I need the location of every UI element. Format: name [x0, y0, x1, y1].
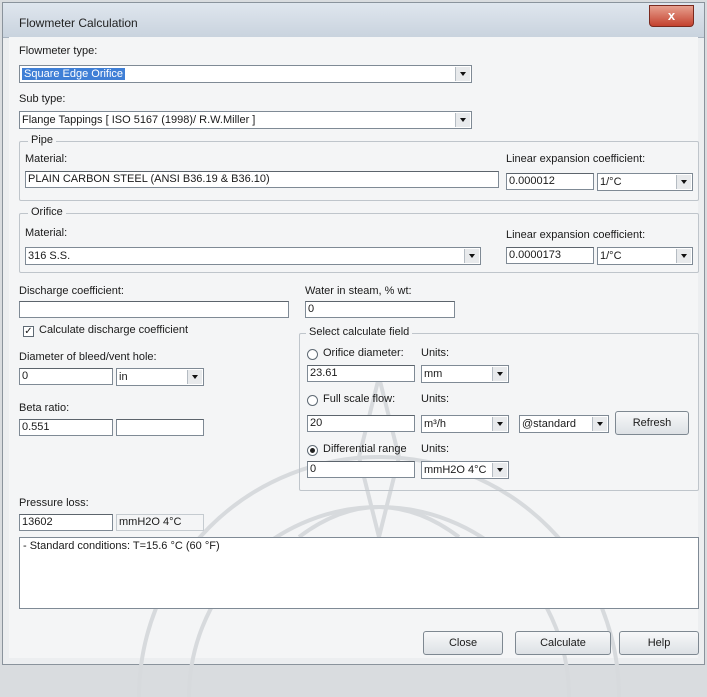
orifice-lin-exp-unit-value: 1/°C: [600, 250, 622, 262]
checkmark-icon: ✓: [24, 326, 33, 337]
pipe-group-title: Pipe: [28, 134, 57, 146]
chevron-down-icon[interactable]: [492, 367, 507, 381]
close-window-button[interactable]: x: [649, 5, 694, 27]
orifice-diameter-radio[interactable]: [307, 349, 318, 360]
orifice-lin-exp-label: Linear expansion coefficient:: [506, 229, 646, 241]
orifice-diameter-label: Orifice diameter:: [323, 347, 404, 359]
pipe-lin-exp-unit-dropdown[interactable]: 1/°C: [597, 173, 693, 191]
chevron-down-icon[interactable]: [492, 417, 507, 431]
help-button[interactable]: Help: [619, 631, 699, 655]
bleed-hole-unit-dropdown[interactable]: in: [116, 368, 204, 386]
orifice-diameter-unit-dropdown[interactable]: mm: [421, 365, 509, 383]
chevron-down-icon[interactable]: [492, 463, 507, 477]
select-calculate-field-title: Select calculate field: [306, 326, 413, 338]
chevron-down-icon[interactable]: [592, 417, 607, 431]
flowmeter-calculation-dialog: Flowmeter Calculation x Flowmeter type: …: [2, 2, 705, 697]
orifice-diameter-unit-value: mm: [424, 368, 443, 380]
flowmeter-type-dropdown[interactable]: Square Edge Orifice: [19, 65, 472, 83]
full-scale-flow-units-label: Units:: [421, 393, 450, 405]
discharge-coefficient-label: Discharge coefficient:: [19, 285, 124, 297]
chevron-down-icon[interactable]: [455, 67, 470, 81]
notes-text: - Standard conditions: T=15.6 °C (60 °F): [23, 540, 220, 552]
flow-condition-dropdown[interactable]: @standard: [519, 415, 609, 433]
water-in-steam-label: Water in steam, % wt:: [305, 285, 412, 297]
chevron-down-icon[interactable]: [676, 249, 691, 263]
flowmeter-type-label: Flowmeter type:: [19, 45, 98, 57]
flowmeter-type-value: Square Edge Orifice: [22, 68, 126, 80]
calculate-discharge-label: Calculate discharge coefficient: [39, 324, 188, 336]
differential-range-radio[interactable]: [307, 445, 318, 456]
pipe-lin-exp-unit-value: 1/°C: [600, 176, 622, 188]
orifice-material-value: 316 S.S.: [28, 250, 71, 262]
differential-range-field[interactable]: 0: [307, 461, 415, 478]
orifice-lin-exp-field[interactable]: 0.0000173: [506, 247, 594, 264]
full-scale-flow-unit-dropdown[interactable]: m³/h: [421, 415, 509, 433]
window-title: Flowmeter Calculation: [19, 16, 138, 30]
bleed-hole-field[interactable]: 0: [19, 368, 113, 385]
bleed-hole-unit-value: in: [119, 371, 128, 383]
beta-ratio-secondary-field: [116, 419, 204, 436]
pressure-loss-unit: mmH2O 4°C: [116, 514, 204, 531]
pipe-material-field[interactable]: PLAIN CARBON STEEL (ANSI B36.19 & B36.10…: [25, 171, 499, 188]
orifice-material-label: Material:: [25, 227, 68, 239]
differential-range-unit-value: mmH2O 4°C: [424, 464, 487, 476]
differential-range-unit-dropdown[interactable]: mmH2O 4°C: [421, 461, 509, 479]
close-icon: x: [667, 8, 676, 23]
title-bar: Flowmeter Calculation x: [3, 3, 704, 38]
full-scale-flow-unit-value: m³/h: [424, 418, 446, 430]
full-scale-flow-radio[interactable]: [307, 395, 318, 406]
sub-type-value: Flange Tappings [ ISO 5167 (1998)/ R.W.M…: [22, 114, 256, 126]
refresh-button[interactable]: Refresh: [615, 411, 689, 435]
full-scale-flow-label: Full scale flow:: [323, 393, 396, 405]
dialog-client-area: Flowmeter type: Square Edge Orifice Sub …: [9, 37, 699, 697]
calculate-button[interactable]: Calculate: [515, 631, 611, 655]
full-scale-flow-field[interactable]: 20: [307, 415, 415, 432]
pressure-loss-label: Pressure loss:: [19, 497, 89, 509]
bleed-hole-label: Diameter of bleed/vent hole:: [19, 351, 157, 363]
sub-type-dropdown[interactable]: Flange Tappings [ ISO 5167 (1998)/ R.W.M…: [19, 111, 472, 129]
orifice-diameter-units-label: Units:: [421, 347, 450, 359]
discharge-coefficient-field[interactable]: [19, 301, 289, 318]
pipe-material-label: Material:: [25, 153, 68, 165]
water-in-steam-field[interactable]: 0: [305, 301, 455, 318]
orifice-lin-exp-unit-dropdown[interactable]: 1/°C: [597, 247, 693, 265]
pressure-loss-field: 13602: [19, 514, 113, 531]
close-button[interactable]: Close: [423, 631, 503, 655]
flow-condition-value: @standard: [522, 418, 576, 430]
chevron-down-icon[interactable]: [676, 175, 691, 189]
differential-range-units-label: Units:: [421, 443, 450, 455]
calculate-discharge-checkbox[interactable]: ✓: [23, 326, 34, 337]
pipe-lin-exp-field[interactable]: 0.000012: [506, 173, 594, 190]
beta-ratio-label: Beta ratio:: [19, 402, 70, 414]
orifice-group-title: Orifice: [28, 206, 66, 218]
orifice-diameter-field[interactable]: 23.61: [307, 365, 415, 382]
chevron-down-icon[interactable]: [455, 113, 470, 127]
beta-ratio-field[interactable]: 0.551: [19, 419, 113, 436]
differential-range-label: Differential range: [323, 443, 407, 455]
chevron-down-icon[interactable]: [187, 370, 202, 384]
notes-memo[interactable]: - Standard conditions: T=15.6 °C (60 °F): [19, 537, 699, 609]
orifice-material-dropdown[interactable]: 316 S.S.: [25, 247, 481, 265]
chevron-down-icon[interactable]: [464, 249, 479, 263]
pipe-lin-exp-label: Linear expansion coefficient:: [506, 153, 646, 165]
sub-type-label: Sub type:: [19, 93, 66, 105]
